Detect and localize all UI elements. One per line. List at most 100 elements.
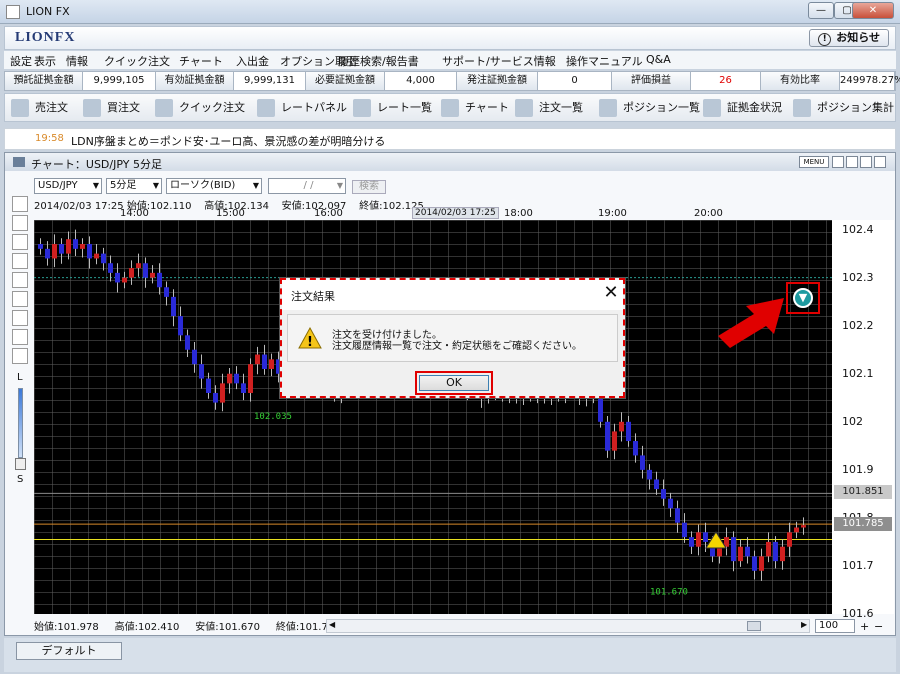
chart-menu-button[interactable]: MENU xyxy=(799,156,829,168)
news-headline[interactable]: LDN序盤まとめ＝ポンド安･ユーロ高、景況感の差が明暗分ける xyxy=(71,133,385,149)
candle xyxy=(682,522,687,538)
toolbar-label: 証拠金状況 xyxy=(727,101,782,114)
toolbar-label: 注文一覧 xyxy=(539,101,583,114)
scroll-right-icon[interactable]: ▶ xyxy=(801,620,807,629)
indicator-icon[interactable] xyxy=(12,234,28,250)
dialog-title: 注文結果 xyxy=(291,290,335,303)
menu-item[interactable]: 表示 xyxy=(34,53,56,69)
margin-label: 発注証拠金額 xyxy=(457,72,538,90)
layers-icon[interactable] xyxy=(12,291,28,307)
zoom-in-icon[interactable]: + xyxy=(860,620,869,633)
candle xyxy=(185,335,190,350)
menu-item[interactable]: 履歴検索/報告書 xyxy=(338,53,419,69)
chart-icon: chart-icon xyxy=(441,99,459,117)
candle xyxy=(738,546,743,562)
price-tick: 102.1 xyxy=(842,366,874,380)
price-tick: 101.7 xyxy=(842,558,874,572)
toolbar-button[interactable]: position-icon ポジション一覧 xyxy=(599,94,700,121)
candle xyxy=(171,296,176,317)
print-icon[interactable] xyxy=(12,329,28,345)
toolbar-button[interactable]: buy-arrow-icon 買注文 xyxy=(83,94,140,121)
menu-item[interactable]: 入出金 xyxy=(236,53,269,69)
menu-item[interactable]: 情報 xyxy=(66,53,88,69)
margin-value: 4,000 xyxy=(385,72,457,90)
margin-label: 預託証拠金額 xyxy=(5,72,83,90)
restore-icon[interactable] xyxy=(860,156,872,168)
menu-item[interactable]: 設定 xyxy=(10,53,32,69)
search-button[interactable]: 検索 xyxy=(352,180,386,194)
toolbar-button[interactable]: chart-icon チャート xyxy=(441,94,509,121)
candle xyxy=(38,244,43,249)
toolbar-button[interactable]: rate-list-icon レート一覧 xyxy=(353,94,432,121)
dialog-body: ! 注文を受け付けました。 注文履歴情報一覧で注文・約定状態をご確認ください。 xyxy=(287,314,618,362)
candle xyxy=(752,556,757,571)
candle xyxy=(143,263,148,278)
date-input[interactable]: / / xyxy=(268,178,346,194)
horizontal-scrollbar[interactable]: ◀ ▶ xyxy=(326,619,810,633)
menu-item[interactable]: Q&A xyxy=(646,53,671,66)
pen-icon[interactable] xyxy=(12,215,28,231)
toolbar-button[interactable]: yen-icon 証拠金状況 xyxy=(703,94,782,121)
news-time: 19:58 xyxy=(35,133,64,144)
toolbar-button[interactable]: quick-order-icon クイック注文 xyxy=(155,94,245,121)
price-annotation: 102.035 xyxy=(254,412,292,422)
scroll-left-icon[interactable]: ◀ xyxy=(329,620,335,629)
bars-icon[interactable] xyxy=(12,272,28,288)
window-icon[interactable] xyxy=(12,348,28,364)
zoom-slider-track[interactable] xyxy=(18,388,23,458)
menu-item[interactable]: クイック注文 xyxy=(104,53,170,69)
ohlc-footer: 始値:101.978 高値:102.410 安値:101.670 終値:101.… xyxy=(34,622,341,633)
order-list-icon: order-list-icon xyxy=(515,99,533,117)
candle xyxy=(780,546,785,562)
scroll-thumb[interactable] xyxy=(747,621,761,631)
candle xyxy=(150,272,155,278)
trend-icon[interactable] xyxy=(12,253,28,269)
toolbar-button[interactable]: sell-arrow-icon 売注文 xyxy=(11,94,68,121)
news-ticker[interactable]: 19:58 LDN序盤まとめ＝ポンド安･ユーロ高、景況感の差が明暗分ける xyxy=(4,128,896,150)
bottom-tab-bar: デフォルト xyxy=(4,638,896,672)
zoom-select[interactable]: 100 xyxy=(815,619,855,633)
slider-bottom-label: S xyxy=(17,474,24,485)
toolbar-button[interactable]: rate-panel-icon レートパネル xyxy=(257,94,347,121)
dialog-close-icon[interactable]: ✕ xyxy=(602,284,620,302)
toolbar: sell-arrow-icon 売注文 buy-arrow-icon 買注文 quick… xyxy=(4,93,896,122)
candle xyxy=(94,253,99,259)
candle xyxy=(122,277,127,283)
toolbar-button[interactable]: order-list-icon 注文一覧 xyxy=(515,94,583,121)
price-tick: 102.2 xyxy=(842,318,874,332)
pin-icon[interactable] xyxy=(832,156,844,168)
chart-window-icon xyxy=(13,157,25,167)
margin-label: 評価損益 xyxy=(612,72,691,90)
minimize-icon[interactable] xyxy=(846,156,858,168)
menu-item[interactable]: チャート xyxy=(179,53,223,69)
buy-arrow-icon: buy-arrow-icon xyxy=(83,99,101,117)
alert-icon[interactable]: ▼ xyxy=(793,288,813,308)
timeframe-select[interactable]: 5分足 xyxy=(106,178,162,194)
chart-type-select[interactable]: ローソク(BID) xyxy=(166,178,262,194)
pair-select[interactable]: USD/JPY xyxy=(34,178,102,194)
cursor-icon[interactable] xyxy=(12,196,28,212)
sell-arrow-icon: sell-arrow-icon xyxy=(11,99,29,117)
notice-button[interactable]: ! お知らせ xyxy=(809,29,889,47)
chart-window-title: チャート：USD/JPY 5分足 xyxy=(31,158,162,171)
minimize-button[interactable]: — xyxy=(808,2,834,19)
tab-default[interactable]: デフォルト xyxy=(16,642,122,660)
candle xyxy=(241,383,246,393)
zoom-out-icon[interactable]: − xyxy=(874,620,883,633)
menu-item[interactable]: 操作マニュアル xyxy=(566,53,643,69)
close-button[interactable]: ✕ xyxy=(852,2,894,19)
candle xyxy=(115,272,120,283)
rate-panel-icon: rate-panel-icon xyxy=(257,99,275,117)
menu-item[interactable]: サポート/サービス情報 xyxy=(442,53,556,69)
candle xyxy=(787,532,792,547)
ok-button[interactable]: OK xyxy=(419,375,489,391)
toolbar-button[interactable]: summary-icon ポジション集計 xyxy=(793,94,894,121)
candle xyxy=(129,268,134,278)
panel-icon[interactable] xyxy=(12,310,28,326)
zoom-slider-thumb[interactable] xyxy=(15,458,26,470)
warning-icon: ! xyxy=(298,327,322,349)
price-marker: 101.785 xyxy=(834,517,892,532)
candle xyxy=(801,525,806,528)
margin-label: 必要証拠金額 xyxy=(306,72,385,90)
close-icon[interactable] xyxy=(874,156,886,168)
